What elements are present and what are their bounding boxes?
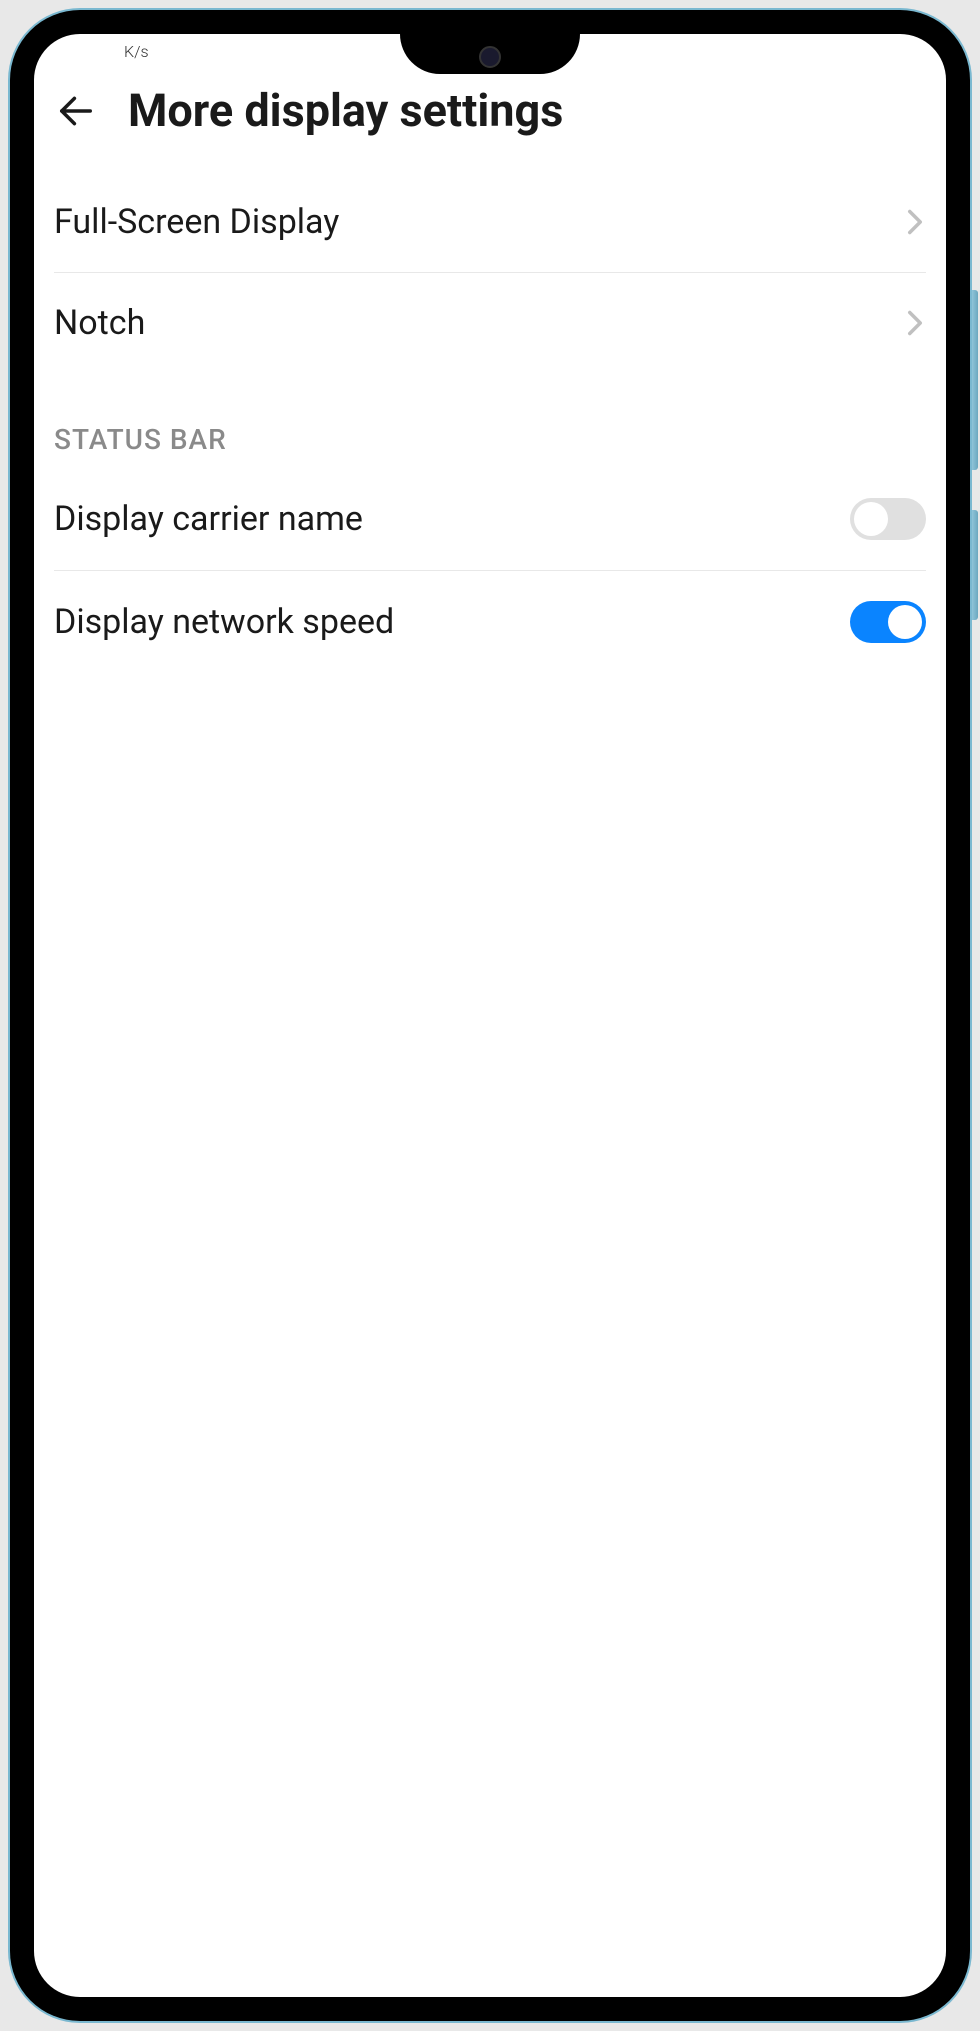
phone-inner-frame: K/s More display settings Full-Screen Di… bbox=[20, 20, 960, 2011]
section-header-status-bar: STATUS BAR bbox=[54, 373, 926, 468]
volume-button bbox=[972, 290, 978, 470]
item-display-network-speed[interactable]: Display network speed bbox=[54, 571, 926, 673]
item-label: Display carrier name bbox=[54, 499, 363, 539]
screen: K/s More display settings Full-Screen Di… bbox=[34, 34, 946, 1997]
toggle-network-speed[interactable] bbox=[850, 601, 926, 643]
phone-frame: K/s More display settings Full-Screen Di… bbox=[10, 10, 970, 2021]
toggle-knob bbox=[854, 502, 888, 536]
back-button[interactable] bbox=[54, 89, 98, 133]
phone-notch bbox=[400, 34, 580, 74]
item-full-screen-display[interactable]: Full-Screen Display bbox=[54, 172, 926, 273]
chevron-right-icon bbox=[904, 211, 926, 233]
side-buttons bbox=[972, 290, 978, 660]
settings-list: Full-Screen Display Notch S bbox=[34, 172, 946, 673]
page-title: More display settings bbox=[128, 84, 563, 137]
back-arrow-icon bbox=[57, 92, 95, 130]
toggle-knob bbox=[888, 605, 922, 639]
item-display-carrier-name[interactable]: Display carrier name bbox=[54, 468, 926, 571]
item-notch[interactable]: Notch bbox=[54, 273, 926, 373]
item-label: Notch bbox=[54, 303, 145, 343]
item-label: Full-Screen Display bbox=[54, 202, 339, 242]
toggle-carrier-name[interactable] bbox=[850, 498, 926, 540]
chevron-right-icon bbox=[904, 312, 926, 334]
item-label: Display network speed bbox=[54, 602, 394, 642]
power-button bbox=[972, 510, 978, 620]
status-speed-indicator: K/s bbox=[124, 42, 149, 61]
